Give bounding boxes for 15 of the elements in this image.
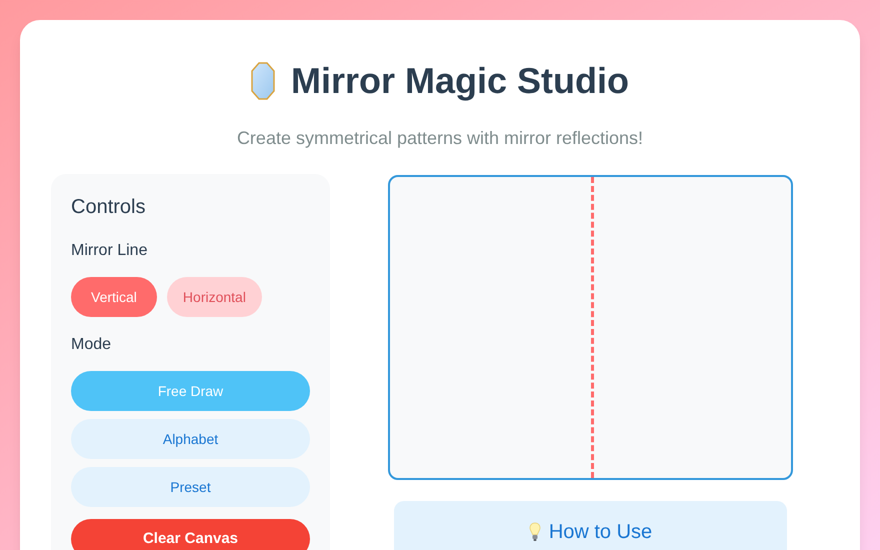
app-subtitle: Create symmetrical patterns with mirror reflections! <box>236 127 644 150</box>
app-title: Mirror Magic Studio <box>290 59 629 103</box>
mode-option[interactable]: Free Draw <box>71 371 310 411</box>
mode-option[interactable]: Preset <box>71 467 310 507</box>
mode-label: Mode <box>71 335 112 355</box>
help-heading: How to Use <box>548 520 652 545</box>
mirror-line-option[interactable]: Vertical <box>71 277 157 317</box>
mirror-icon <box>250 62 275 100</box>
clear-canvas-button[interactable]: Clear Canvas <box>71 519 310 550</box>
mode-option[interactable]: Alphabet <box>71 419 310 459</box>
mirror-line-label: Mirror Line <box>71 241 148 261</box>
mirror-line-option[interactable]: Horizontal <box>166 277 262 317</box>
lightbulb-icon <box>528 522 541 542</box>
drawing-canvas[interactable] <box>388 175 793 480</box>
controls-heading: Controls <box>71 195 146 220</box>
